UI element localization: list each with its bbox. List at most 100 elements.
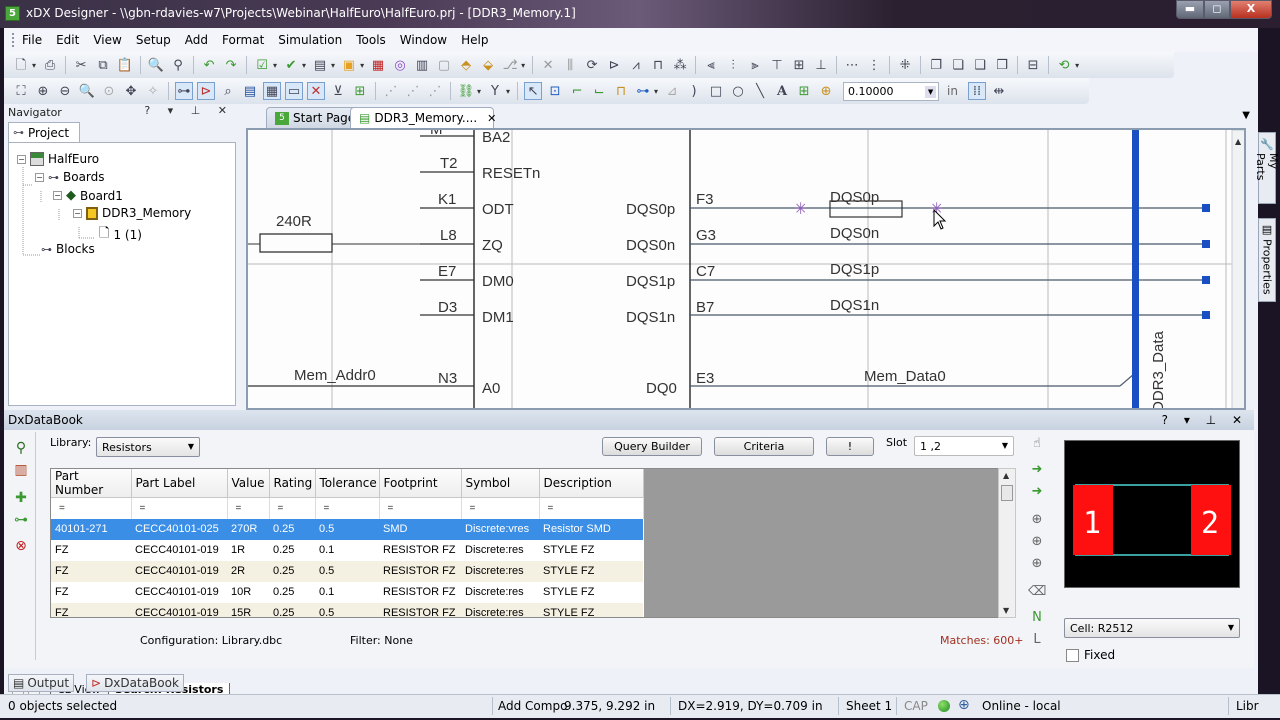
pan-icon[interactable]: ✥ bbox=[122, 82, 140, 100]
criteria-button[interactable]: Criteria bbox=[714, 437, 814, 456]
menu-grip[interactable] bbox=[12, 33, 16, 47]
route-3-icon[interactable]: ⋰ bbox=[426, 82, 444, 100]
hierarchy-dropdown[interactable]: ▾ bbox=[521, 61, 525, 70]
filter-cell[interactable]: = bbox=[269, 497, 316, 519]
fixed-checkbox[interactable] bbox=[1066, 648, 1079, 662]
table-row[interactable]: FZ CECC40101-019 1R 0.25 0.1 RESISTOR FZ… bbox=[51, 539, 643, 561]
add-component-icon[interactable]: ⊡ bbox=[546, 82, 564, 100]
close-tab-icon[interactable]: ✕ bbox=[487, 112, 496, 125]
databook-icon[interactable]: ◎ bbox=[391, 56, 409, 74]
paste-icon[interactable]: 📋 bbox=[116, 56, 134, 74]
block-icon[interactable]: ▢ bbox=[435, 56, 453, 74]
menu-view[interactable]: View bbox=[93, 33, 121, 47]
highlight-icon[interactable]: ✧ bbox=[144, 82, 162, 100]
maximize-button[interactable]: ◻ bbox=[1204, 0, 1230, 19]
export-icon[interactable]: ▣ bbox=[340, 56, 358, 74]
library-books-icon[interactable]: ▥ bbox=[12, 462, 30, 480]
package-icon[interactable]: ▤ bbox=[311, 56, 329, 74]
arc-icon[interactable]: ) bbox=[685, 82, 703, 100]
tree-item-blocks[interactable]: ⊶ Blocks bbox=[41, 242, 95, 256]
databook-toggle-icon[interactable]: ⊳ bbox=[197, 82, 215, 100]
filter-cell[interactable]: = bbox=[315, 497, 380, 519]
schematic-canvas[interactable]: 240R Mem_Addr0 M BA2 T2 RESETn K1 ODT L8… bbox=[246, 128, 1246, 410]
filter-cell[interactable]: = bbox=[379, 497, 462, 519]
zoom-area-icon[interactable]: 🔍 bbox=[78, 82, 96, 100]
snap-icon[interactable]: ⁜ bbox=[896, 56, 914, 74]
delete-icon[interactable]: ✕ bbox=[539, 56, 557, 74]
menu-window[interactable]: Window bbox=[400, 33, 447, 47]
flip-icon[interactable]: ⊳ bbox=[605, 56, 623, 74]
query-builder-button[interactable]: Query Builder bbox=[602, 437, 702, 456]
menu-setup[interactable]: Setup bbox=[136, 33, 171, 47]
place-part-icon[interactable]: ✚ bbox=[12, 490, 30, 508]
table-row[interactable]: FZ CECC40101-019 15R 0.25 0.5 RESISTOR F… bbox=[51, 602, 643, 617]
backward-icon[interactable]: ❒ bbox=[993, 56, 1011, 74]
column-header[interactable]: Value bbox=[227, 469, 270, 498]
navigator-controls[interactable]: ? ▾ ⊥ ✕ bbox=[144, 104, 234, 117]
update-myparts-icon[interactable]: ⊕ bbox=[1028, 534, 1046, 552]
column-header[interactable]: Footprint bbox=[379, 469, 462, 498]
scroll-thumb[interactable] bbox=[1001, 485, 1013, 501]
find-binoculars-icon[interactable]: ⚲ bbox=[169, 56, 187, 74]
pop-icon[interactable]: ⬙ bbox=[479, 56, 497, 74]
menu-tools[interactable]: Tools bbox=[356, 33, 386, 47]
new-dropdown[interactable]: ▾ bbox=[32, 61, 36, 70]
zoom-globe-icon[interactable]: ⊕ bbox=[958, 697, 970, 713]
forward-icon[interactable]: ❑ bbox=[971, 56, 989, 74]
bring-front-icon[interactable]: ❐ bbox=[927, 56, 945, 74]
port-dropdown[interactable]: ▾ bbox=[654, 87, 658, 96]
tab-my-parts[interactable]: 🔧 My Parts bbox=[1254, 132, 1280, 204]
minimize-button[interactable]: ▬ bbox=[1176, 0, 1204, 19]
menu-edit[interactable]: Edit bbox=[56, 33, 79, 47]
history-icon[interactable]: ⟲ bbox=[1055, 56, 1073, 74]
tree-item-board1[interactable]: − ◆ Board1 bbox=[53, 188, 123, 203]
grid-spacing-icon[interactable]: ⇹ bbox=[990, 82, 1008, 100]
hierarchy-icon[interactable]: ⎇ bbox=[501, 56, 519, 74]
export-dropdown[interactable]: ▾ bbox=[360, 61, 364, 70]
new-part-icon[interactable]: N bbox=[1028, 610, 1046, 628]
project-navigator-icon[interactable]: ⊶ bbox=[175, 82, 193, 100]
execute-search-button[interactable]: ! bbox=[826, 437, 874, 456]
push-icon[interactable]: ⬘ bbox=[457, 56, 475, 74]
collapse-icon[interactable]: − bbox=[73, 208, 82, 218]
zoom-out-icon[interactable]: ⊖ bbox=[56, 82, 74, 100]
tools-panel-icon[interactable]: ✕ bbox=[307, 82, 325, 100]
collapse-icon[interactable]: − bbox=[53, 191, 62, 200]
verify-dropdown[interactable]: ▾ bbox=[273, 61, 277, 70]
pointer-hand-icon[interactable]: ☝ bbox=[1028, 436, 1046, 454]
align-bottom-icon[interactable]: ⊥ bbox=[812, 56, 830, 74]
eraser-icon[interactable]: ⌫ bbox=[1028, 584, 1046, 602]
filter-cell[interactable]: = bbox=[539, 497, 644, 519]
verify-icon[interactable]: ☑ bbox=[253, 56, 271, 74]
grid-toggle-icon[interactable]: ⁞⁞ bbox=[968, 82, 986, 100]
select-pointer-icon[interactable]: ↖ bbox=[524, 82, 543, 100]
rectangle-icon[interactable]: □ bbox=[707, 82, 725, 100]
pin-swap-icon[interactable]: ⁂ bbox=[671, 56, 689, 74]
route-1-icon[interactable]: ⋰ bbox=[382, 82, 400, 100]
add-bus-entry-icon[interactable]: ⊓ bbox=[612, 82, 630, 100]
scroll-up-icon[interactable]: ▲ bbox=[1003, 471, 1009, 480]
netlist-icon[interactable]: ▦ bbox=[369, 56, 387, 74]
tree-item-sheet-1[interactable]: 🗋 1 (1) bbox=[99, 224, 142, 246]
add-attribute-icon[interactable]: ⊞ bbox=[795, 82, 813, 100]
add-remove-part-icon[interactable]: ➜ bbox=[1028, 484, 1046, 502]
net-dropdown[interactable]: ▾ bbox=[477, 87, 481, 96]
table-row[interactable]: FZ CECC40101-019 10R 0.25 0.1 RESISTOR F… bbox=[51, 581, 643, 603]
filter-cell[interactable]: = bbox=[51, 497, 132, 519]
tab-dxdatabook[interactable]: ⊳ DxDataBook bbox=[86, 674, 184, 692]
grid-size-dropdown[interactable]: ▼ bbox=[925, 85, 937, 98]
circle-icon[interactable]: ○ bbox=[729, 82, 747, 100]
search-binoculars-icon[interactable]: ⚲ bbox=[12, 440, 30, 458]
cell-select[interactable]: Cell: R2512 ▼ bbox=[1064, 618, 1240, 638]
copy-icon[interactable]: ⧉ bbox=[94, 56, 112, 74]
link-icon[interactable]: L bbox=[1028, 632, 1046, 650]
add-port-icon[interactable]: ⊶ bbox=[634, 82, 652, 100]
clear-search-icon[interactable]: ⊗ bbox=[12, 538, 30, 556]
library-select[interactable]: Resistors ▼ bbox=[96, 437, 200, 457]
route-2-icon[interactable]: ⋰ bbox=[404, 82, 422, 100]
tree-item-ddr3-memory[interactable]: − DDR3_Memory bbox=[73, 206, 191, 220]
tree-item-halfeuro[interactable]: − HalfEuro bbox=[17, 152, 99, 166]
add-symbol-icon[interactable]: ⊞ bbox=[351, 82, 369, 100]
line-icon[interactable]: ╲ bbox=[751, 82, 769, 100]
scroll-down-icon[interactable]: ▼ bbox=[1003, 606, 1009, 615]
